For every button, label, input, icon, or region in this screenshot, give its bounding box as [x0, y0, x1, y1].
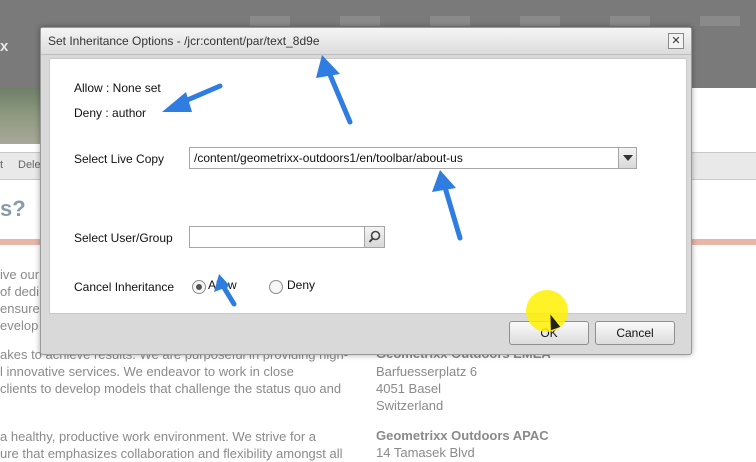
background-text: of dedi	[0, 284, 40, 299]
dialog-footer: OK Cancel	[49, 315, 685, 349]
address-title: Geometrixx Outdoors APAC	[376, 428, 549, 443]
deny-radio[interactable]	[269, 280, 283, 294]
background-heading: s?	[0, 196, 26, 221]
address-line: 14 Tamasek Blvd	[376, 445, 475, 460]
background-text: clients to develop models that challenge…	[0, 381, 342, 396]
cancel-button[interactable]: Cancel	[595, 321, 675, 345]
click-highlight	[526, 290, 568, 332]
background-toolbar-item: t	[0, 159, 4, 171]
background-text: ure that emphasizes collaboration and fl…	[0, 446, 343, 461]
allow-radio[interactable]	[192, 280, 206, 294]
deny-info: Deny : author	[74, 106, 147, 120]
allow-info: Allow : None set	[74, 81, 161, 95]
dialog-titlebar[interactable]: Set Inheritance Options - /jcr:content/p…	[41, 28, 691, 55]
live-copy-select[interactable]: /content/geometrixx-outdoors1/en/toolbar…	[189, 147, 637, 169]
background-text: ive our	[0, 267, 40, 282]
background-text: l innovative services. We endeavor to wo…	[0, 364, 294, 379]
allow-radio-label[interactable]: Allow	[208, 278, 237, 292]
background-text: a healthy, productive work environment. …	[0, 429, 316, 444]
live-copy-value: /content/geometrixx-outdoors1/en/toolbar…	[194, 151, 463, 165]
inheritance-dialog: Set Inheritance Options - /jcr:content/p…	[40, 27, 692, 355]
user-group-input[interactable]	[189, 226, 365, 248]
search-button[interactable]	[364, 226, 385, 248]
close-icon[interactable]: ✕	[668, 33, 684, 49]
search-icon	[368, 230, 381, 243]
address-line: 4051 Basel	[376, 381, 442, 396]
background-toolbar-item: Dele	[18, 159, 41, 171]
chevron-down-icon[interactable]	[618, 148, 636, 168]
address-line: Barfuesserplatz 6	[376, 364, 478, 379]
cancel-inheritance-label: Cancel Inheritance	[74, 280, 175, 294]
background-text: ensure	[0, 301, 40, 316]
dialog-body: Allow : None set Deny : author Select Li…	[49, 58, 687, 314]
background-photo	[0, 88, 44, 144]
user-group-label: Select User/Group	[74, 231, 173, 245]
address-line: Switzerland	[376, 398, 444, 413]
dialog-title: Set Inheritance Options - /jcr:content/p…	[48, 34, 320, 48]
background-logo: x	[0, 38, 9, 55]
deny-radio-label[interactable]: Deny	[287, 278, 315, 292]
live-copy-label: Select Live Copy	[74, 152, 165, 166]
